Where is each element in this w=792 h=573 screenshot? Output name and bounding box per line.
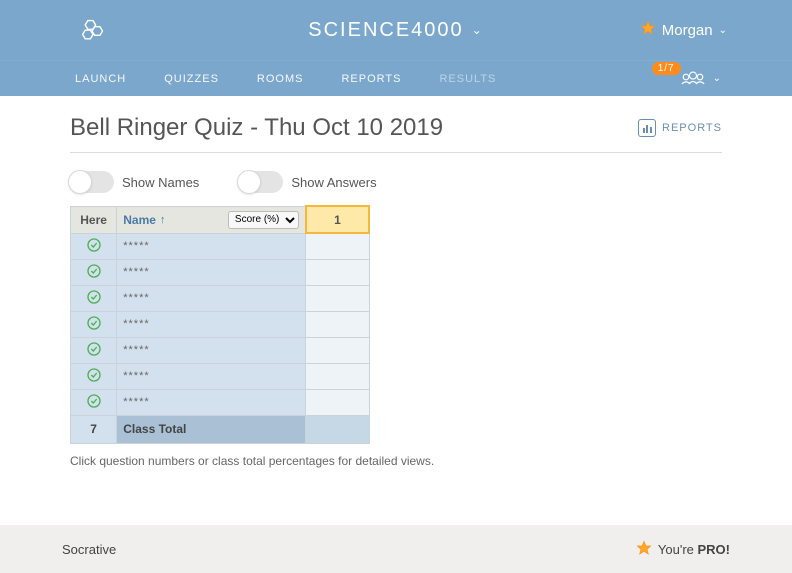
- check-circle-icon: [86, 268, 102, 282]
- show-answers-toggle-group: Show Answers: [239, 171, 376, 193]
- show-names-toggle[interactable]: [70, 171, 114, 193]
- name-header-text: Name: [123, 213, 156, 227]
- check-circle-icon: [86, 398, 102, 412]
- main-content: Bell Ringer Quiz - Thu Oct 10 2019 REPOR…: [0, 96, 792, 478]
- answer-cell[interactable]: [306, 233, 369, 259]
- name-cell[interactable]: *****: [117, 337, 306, 363]
- show-names-label: Show Names: [122, 175, 199, 190]
- check-circle-icon: [86, 294, 102, 308]
- table-row: *****: [71, 285, 370, 311]
- students-badge: 1/7: [652, 62, 681, 75]
- check-circle-icon: [86, 320, 102, 334]
- answer-cell[interactable]: [306, 337, 369, 363]
- table-row: *****: [71, 363, 370, 389]
- name-cell[interactable]: *****: [117, 259, 306, 285]
- check-circle-icon: [86, 372, 102, 386]
- main-nav: LAUNCH QUIZZES ROOMS REPORTS RESULTS 1/7…: [0, 60, 792, 96]
- chevron-down-icon: ⌄: [472, 23, 484, 37]
- header-top: SCIENCE4000 ⌄ Morgan ⌄: [0, 0, 792, 60]
- name-cell[interactable]: *****: [117, 285, 306, 311]
- user-name: Morgan: [662, 22, 713, 39]
- answer-cell[interactable]: [306, 363, 369, 389]
- table-row: *****: [71, 389, 370, 415]
- answer-cell[interactable]: [306, 389, 369, 415]
- name-cell[interactable]: *****: [117, 363, 306, 389]
- table-row: *****: [71, 259, 370, 285]
- nav-right: 1/7 ⌄: [644, 68, 722, 89]
- col-question-1[interactable]: 1: [306, 206, 369, 233]
- show-names-toggle-group: Show Names: [70, 171, 199, 193]
- footer-label: Class Total: [117, 415, 306, 443]
- present-cell: [71, 259, 117, 285]
- star-icon: [640, 20, 656, 40]
- room-selector[interactable]: SCIENCE4000 ⌄: [308, 19, 483, 42]
- reports-button[interactable]: REPORTS: [638, 119, 722, 137]
- user-menu[interactable]: Morgan ⌄: [640, 20, 727, 40]
- table-row: *****: [71, 233, 370, 259]
- reports-button-label: REPORTS: [662, 122, 722, 134]
- title-row: Bell Ringer Quiz - Thu Oct 10 2019 REPOR…: [70, 114, 722, 153]
- hint-text: Click question numbers or class total pe…: [70, 454, 722, 468]
- col-name[interactable]: Name ↑ Score (%): [117, 206, 306, 233]
- nav-quizzes[interactable]: QUIZZES: [164, 73, 219, 85]
- present-cell: [71, 233, 117, 259]
- footer-brand: Socrative: [62, 542, 116, 557]
- students-icon[interactable]: [679, 68, 707, 89]
- show-answers-label: Show Answers: [291, 175, 376, 190]
- answer-cell[interactable]: [306, 311, 369, 337]
- footer-count: 7: [71, 415, 117, 443]
- name-cell[interactable]: *****: [117, 389, 306, 415]
- check-circle-icon: [86, 346, 102, 360]
- bar-chart-icon: [638, 119, 656, 137]
- present-cell: [71, 363, 117, 389]
- app-header: SCIENCE4000 ⌄ Morgan ⌄ LAUNCH QUIZZES RO…: [0, 0, 792, 96]
- table-row: *****: [71, 337, 370, 363]
- check-circle-icon: [86, 242, 102, 256]
- table-row: *****: [71, 311, 370, 337]
- name-cell[interactable]: *****: [117, 311, 306, 337]
- show-answers-toggle[interactable]: [239, 171, 283, 193]
- present-cell: [71, 311, 117, 337]
- footer-pro: You're PRO!: [636, 540, 730, 559]
- nav-results[interactable]: RESULTS: [439, 73, 496, 85]
- name-cell[interactable]: *****: [117, 233, 306, 259]
- toggle-row: Show Names Show Answers: [70, 153, 722, 205]
- answer-cell[interactable]: [306, 285, 369, 311]
- page-title: Bell Ringer Quiz - Thu Oct 10 2019: [70, 114, 443, 142]
- footer-q1[interactable]: [306, 415, 369, 443]
- results-tbody: ***********************************: [71, 233, 370, 415]
- sort-arrow-icon: ↑: [160, 214, 166, 226]
- page-footer: Socrative You're PRO!: [0, 525, 792, 573]
- score-select[interactable]: Score (%): [228, 211, 299, 229]
- logo-icon[interactable]: [80, 18, 106, 49]
- nav-launch[interactable]: LAUNCH: [75, 73, 126, 85]
- nav-rooms[interactable]: ROOMS: [257, 73, 304, 85]
- room-name-text: SCIENCE4000: [308, 19, 463, 42]
- chevron-down-icon: ⌄: [713, 73, 722, 84]
- present-cell: [71, 285, 117, 311]
- chevron-down-icon: ⌄: [719, 25, 727, 36]
- results-table: Here Name ↑ Score (%) 1 ****************…: [70, 205, 370, 444]
- col-here: Here: [71, 206, 117, 233]
- table-footer-row: 7 Class Total: [71, 415, 370, 443]
- footer-pro-text: You're PRO!: [658, 542, 730, 557]
- present-cell: [71, 337, 117, 363]
- present-cell: [71, 389, 117, 415]
- nav-reports[interactable]: REPORTS: [341, 73, 401, 85]
- answer-cell[interactable]: [306, 259, 369, 285]
- star-icon: [636, 540, 652, 559]
